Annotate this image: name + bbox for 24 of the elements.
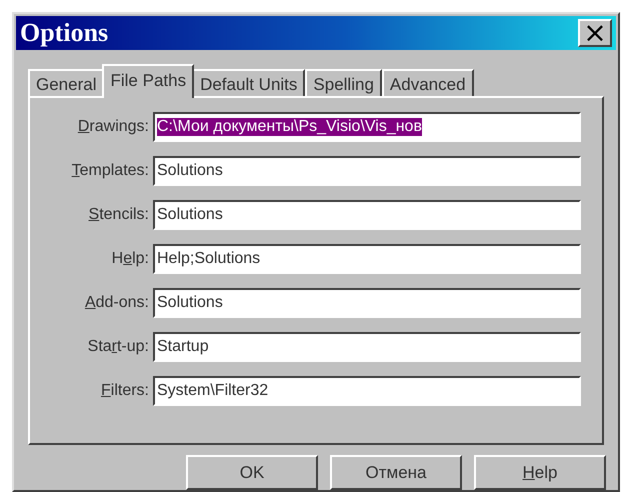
- field-label: Templates:: [70, 162, 150, 180]
- dialog-button[interactable]: OK: [186, 455, 318, 490]
- field-label: Filters:: [100, 382, 150, 400]
- tab[interactable]: Default Units: [192, 68, 306, 98]
- input-field[interactable]: Solutions: [153, 200, 581, 230]
- tab[interactable]: File Paths: [102, 64, 194, 98]
- dialog-button[interactable]: Отмена: [330, 455, 462, 490]
- tab[interactable]: General: [28, 68, 104, 98]
- input-field[interactable]: Help;Solutions: [153, 244, 581, 274]
- field-label: Help:: [110, 250, 150, 268]
- tab[interactable]: Advanced: [382, 68, 474, 98]
- field-label: Drawings:: [76, 118, 150, 136]
- input-field[interactable]: C:\Мои документы\Ps_Visio\Vis_нов: [153, 112, 581, 142]
- close-button[interactable]: ×: [578, 18, 612, 47]
- field-label: Stencils:: [88, 206, 150, 224]
- tab[interactable]: Spelling: [305, 68, 382, 98]
- dialog-button[interactable]: Help: [474, 455, 606, 490]
- field-label: Start-up:: [86, 338, 150, 356]
- input-field[interactable]: Startup: [153, 332, 581, 362]
- input-field[interactable]: System\Filter32: [153, 376, 581, 406]
- input-field[interactable]: Solutions: [153, 156, 581, 186]
- window-title: Options: [20, 18, 108, 48]
- input-field[interactable]: Solutions: [153, 288, 581, 318]
- field-label: Add-ons:: [84, 294, 150, 312]
